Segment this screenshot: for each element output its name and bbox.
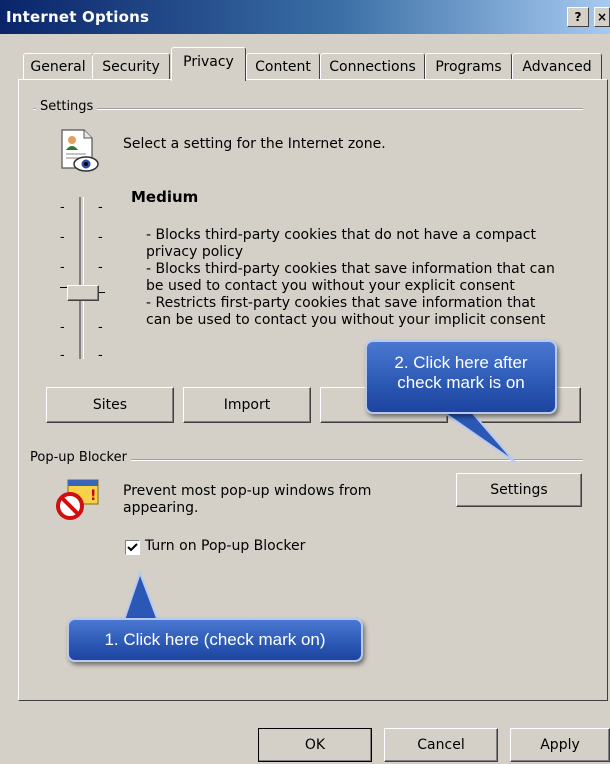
popup-desc-line1: Prevent most pop-up windows from (123, 483, 372, 499)
checkmark-icon (127, 543, 138, 552)
slider-tick: - (60, 260, 65, 275)
popup-group-label: Pop-up Blocker (26, 450, 131, 465)
callout-step1: 1. Click here (check mark on) (67, 618, 363, 662)
privacy-desc-line: can be used to contact you without your … (146, 312, 546, 328)
cancel-button[interactable]: Cancel (384, 728, 498, 762)
help-button[interactable]: ? (567, 7, 589, 27)
window-title: Internet Options (6, 8, 150, 26)
settings-group-border (33, 108, 583, 110)
privacy-desc-line: - Restricts first-party cookies that sav… (146, 295, 536, 311)
privacy-desc-line: privacy policy (146, 244, 244, 260)
slider-tick (98, 292, 105, 293)
tab-advanced[interactable]: Advanced (512, 53, 602, 80)
slider-tick: - (98, 230, 103, 245)
popup-desc-line2: appearing. (123, 500, 199, 516)
privacy-slider-thumb[interactable] (67, 285, 99, 301)
callout-step2-line2: check mark is on (397, 373, 525, 392)
close-button[interactable]: × (594, 7, 610, 27)
tab-general[interactable]: General (23, 53, 93, 80)
slider-tick: - (98, 260, 103, 275)
slider-tick: - (98, 200, 103, 215)
popup-blocker-checkbox[interactable] (125, 540, 140, 555)
tab-content[interactable]: Content (246, 53, 320, 80)
slider-tick: - (98, 348, 103, 363)
slider-tick: - (60, 200, 65, 215)
settings-intro: Select a setting for the Internet zone. (123, 136, 386, 152)
privacy-level-title: Medium (131, 188, 199, 206)
slider-tick: - (98, 320, 103, 335)
popup-blocker-icon: ! (54, 478, 102, 522)
svg-text:!: ! (90, 488, 96, 504)
callout-step2-line1: 2. Click here after (394, 353, 528, 372)
internet-zone-icon (58, 128, 102, 174)
import-button[interactable]: Import (183, 387, 311, 423)
tab-privacy[interactable]: Privacy (171, 47, 246, 81)
apply-button[interactable]: Apply (510, 728, 610, 762)
privacy-desc-line: - Blocks third-party cookies that save i… (146, 261, 555, 277)
slider-tick (60, 287, 67, 288)
tab-connections[interactable]: Connections (320, 53, 425, 80)
slider-tick: - (60, 320, 65, 335)
callout-step2: 2. Click here after check mark is on (365, 340, 557, 414)
tab-programs[interactable]: Programs (425, 53, 512, 80)
settings-group-label: Settings (36, 99, 98, 114)
tab-security[interactable]: Security (92, 53, 170, 80)
slider-tick: - (60, 348, 65, 363)
privacy-desc-line: be used to contact you without your expl… (146, 278, 515, 294)
slider-tick: - (60, 230, 65, 245)
popup-settings-button[interactable]: Settings (456, 473, 582, 507)
popup-blocker-checkbox-label[interactable]: Turn on Pop-up Blocker (145, 538, 305, 555)
privacy-slider-track (79, 197, 84, 359)
sites-button[interactable]: Sites (46, 387, 174, 423)
privacy-desc-line: - Blocks third-party cookies that do not… (146, 227, 536, 243)
ok-button[interactable]: OK (258, 728, 372, 762)
